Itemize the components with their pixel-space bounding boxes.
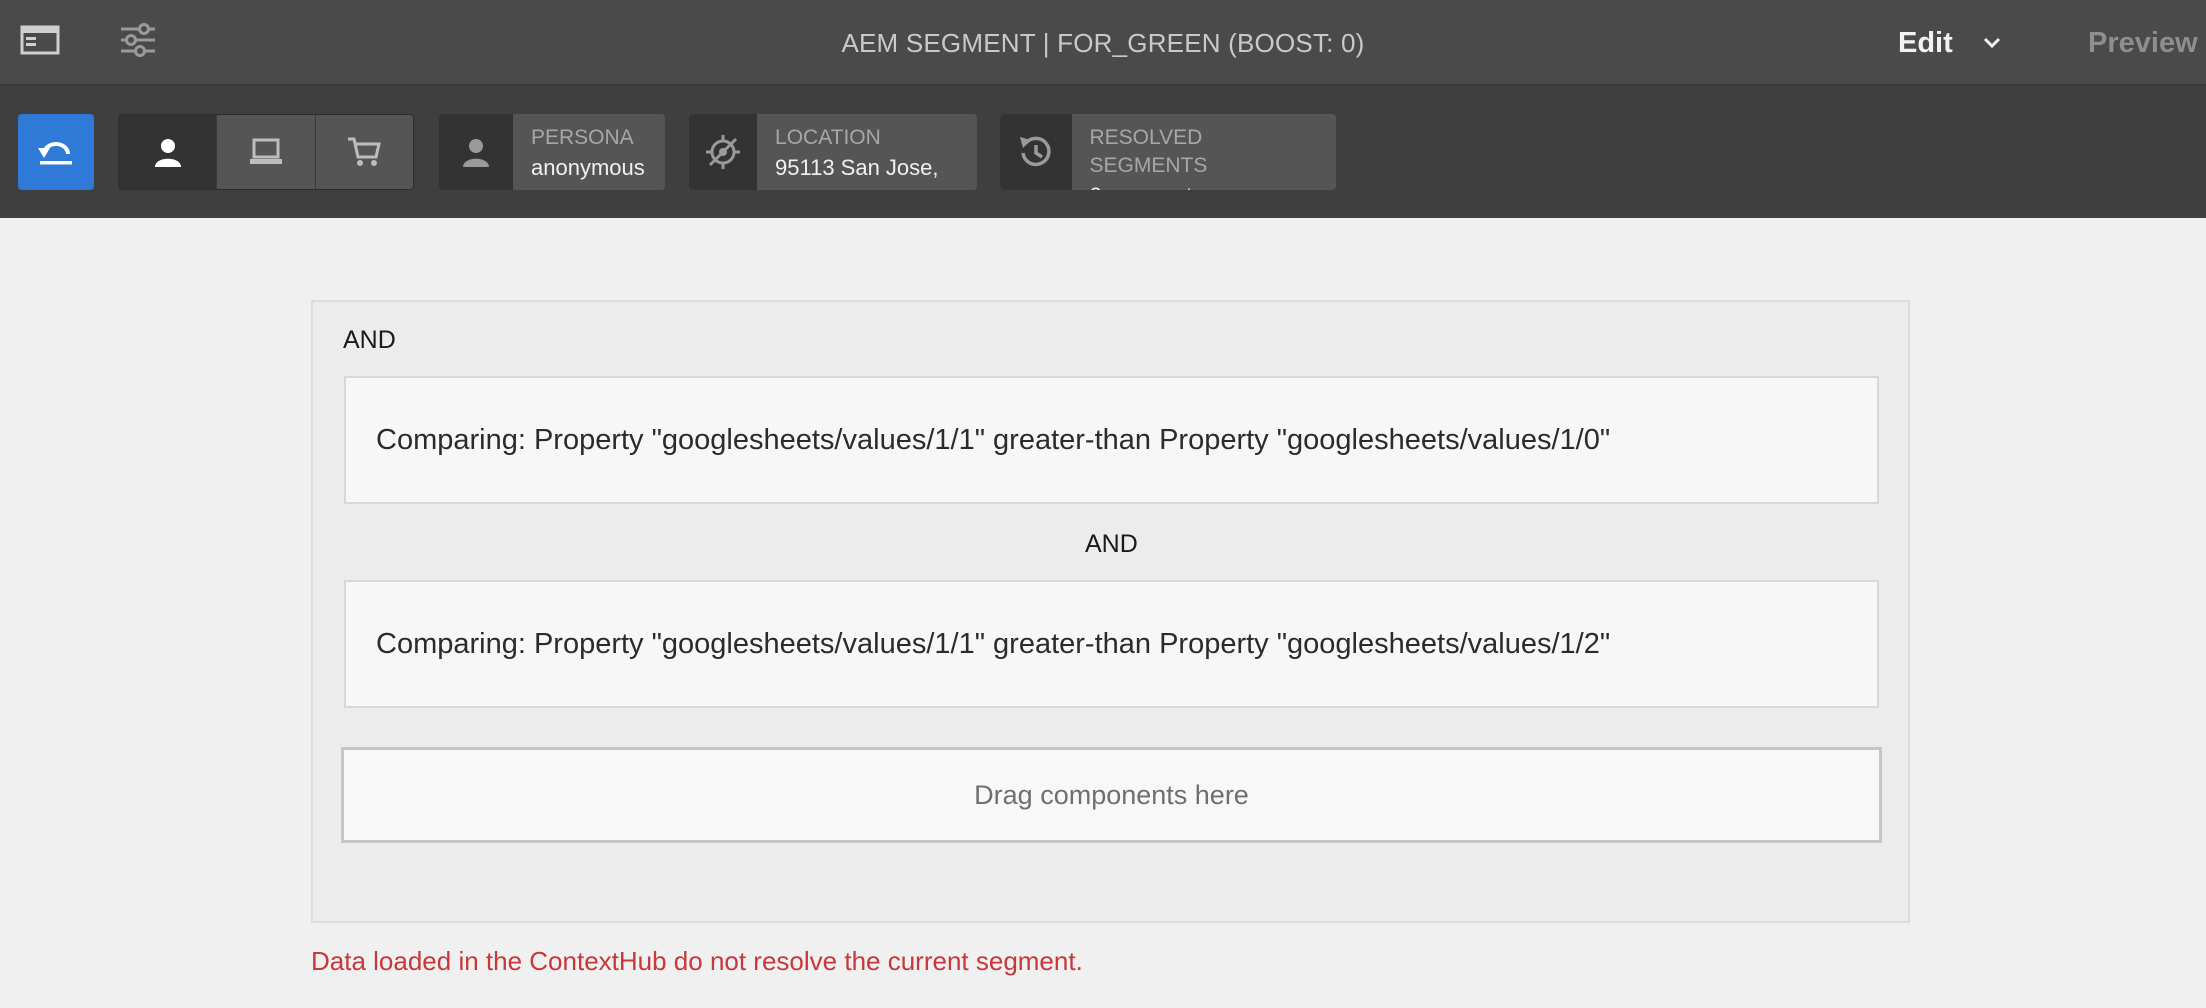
- persona-label: PERSONA: [531, 126, 634, 149]
- top-header: AEM SEGMENT | FOR_GREEN (BOOST: 0) Edit …: [0, 0, 2206, 86]
- page-title: AEM SEGMENT | FOR_GREEN (BOOST: 0): [841, 27, 1365, 58]
- between-operator-label[interactable]: AND: [1085, 530, 1138, 559]
- persona-icon-box: [439, 114, 513, 190]
- resolved-segments-label: RESOLVED SEGMENTS: [1089, 126, 1208, 177]
- segment-container: AND Comparing: Property "googlesheets/va…: [311, 300, 1910, 923]
- comparison-condition[interactable]: Comparing: Property "googlesheets/values…: [344, 376, 1879, 504]
- user-icon: [154, 139, 181, 167]
- location-module[interactable]: LOCATION 95113 San Jose, CA: [689, 114, 977, 190]
- resolved-segments-value: 2 segments: [1090, 180, 1319, 190]
- mode-selector-toggle[interactable]: [1980, 28, 2004, 58]
- location-off-icon: [706, 135, 740, 169]
- refresh-history-icon: [1019, 136, 1051, 167]
- cart-icon: [348, 137, 382, 166]
- reset-button[interactable]: [18, 114, 94, 190]
- location-label: LOCATION: [775, 126, 881, 149]
- preview-button[interactable]: Preview: [2088, 0, 2198, 86]
- user-mode-button[interactable]: [119, 115, 218, 189]
- device-mode-group: [118, 114, 414, 190]
- laptop-icon: [249, 138, 282, 164]
- resolved-segments-module[interactable]: RESOLVED SEGMENTS 2 segments: [1000, 114, 1336, 190]
- persona-module[interactable]: PERSONA anonymous: [439, 114, 665, 190]
- resolved-icon-box: [1000, 114, 1072, 190]
- drop-zone[interactable]: Drag components here: [341, 747, 1882, 843]
- contexthub-toolbar: PERSONA anonymous LOCATION 95113 San Jos…: [0, 86, 2206, 218]
- commerce-mode-button[interactable]: [315, 115, 413, 189]
- top-operator-label[interactable]: AND: [343, 326, 396, 355]
- persona-value: anonymous: [531, 155, 645, 180]
- device-mode-button[interactable]: [217, 115, 316, 189]
- location-icon-box: [689, 114, 758, 190]
- location-value: 95113 San Jose, CA: [775, 155, 939, 190]
- undo-icon: [38, 142, 72, 165]
- mode-selector-label[interactable]: Edit: [1898, 0, 1953, 86]
- segment-status-message: Data loaded in the ContextHub do not res…: [311, 946, 1083, 976]
- comparison-condition[interactable]: Comparing: Property "googlesheets/values…: [344, 580, 1879, 708]
- chevron-down-icon: [1983, 37, 2001, 49]
- persona-icon: [463, 139, 489, 167]
